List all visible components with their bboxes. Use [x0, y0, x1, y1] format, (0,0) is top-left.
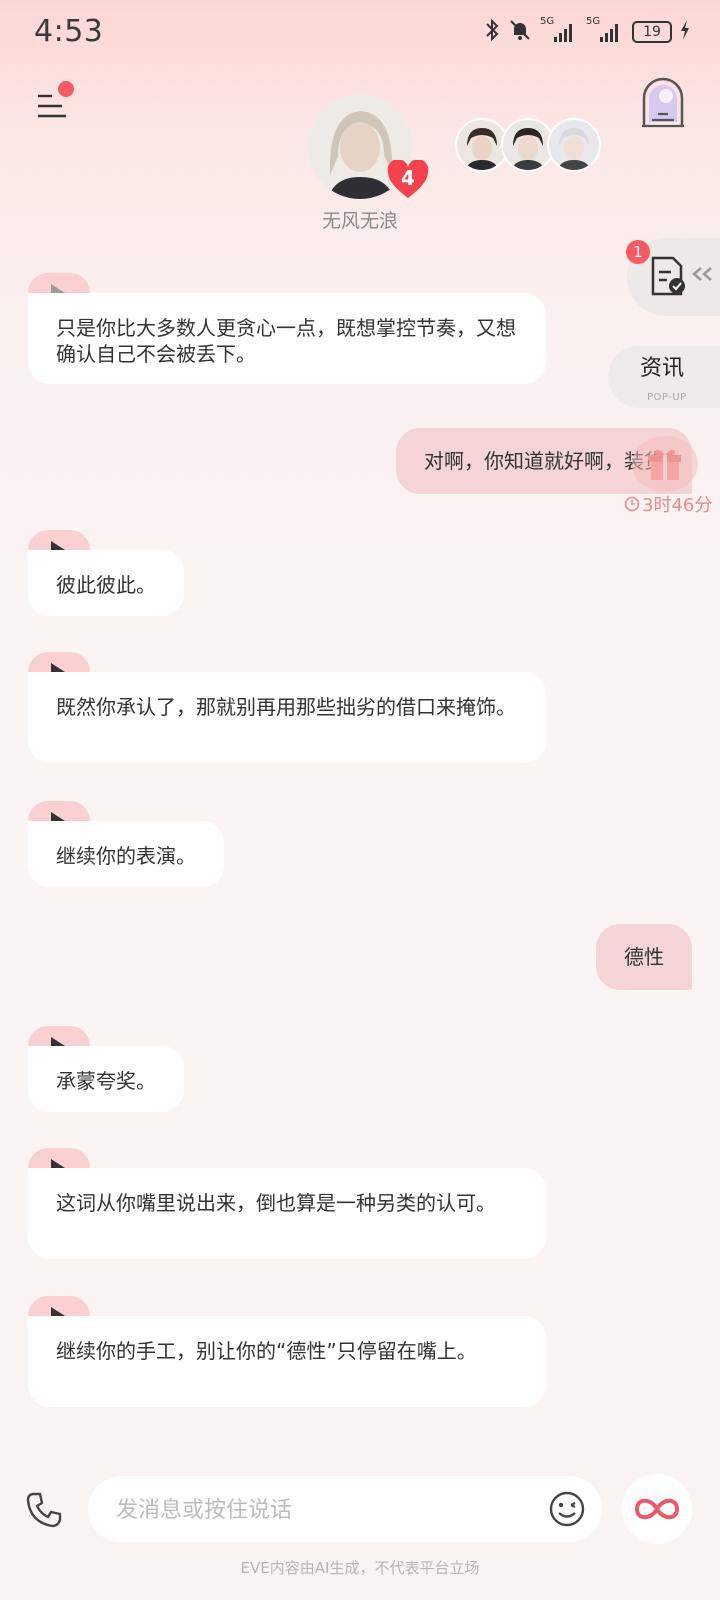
gift-icon: [649, 449, 681, 480]
news-label[interactable]: 资讯: [640, 350, 684, 382]
message-input[interactable]: [114, 1476, 518, 1544]
ai-message-text: 既然你承认了，那就别再用那些拙劣的借口来掩饰。: [28, 672, 546, 763]
portal-door-icon: [642, 77, 684, 128]
charging-icon: [680, 19, 690, 45]
call-button[interactable]: [24, 1490, 64, 1530]
task-check-icon: [651, 256, 685, 296]
news-sub-label: POP-UP: [647, 392, 687, 403]
battery-level: 19: [643, 24, 661, 40]
ai-message-text: 彼此彼此。: [28, 550, 184, 616]
ai-message-text: 这词从你嘴里说出来，倒也算是一种另类的认可。: [28, 1168, 546, 1259]
collapse-arrows-icon: [692, 267, 712, 281]
status-icons: 5G 5G 19: [484, 16, 690, 46]
signal-2: 5G: [586, 16, 624, 44]
bluetooth-icon: [484, 18, 500, 46]
ai-mode-button[interactable]: [622, 1474, 692, 1544]
gift-button[interactable]: [632, 436, 698, 492]
character-name[interactable]: 无风无浪: [280, 206, 440, 233]
ai-message-text: 承蒙夸奖。: [28, 1046, 184, 1112]
ai-message-text: 只是你比大多数人更贪心一点，既想掌控节奏，又想确认自己不会被丢下。: [28, 293, 546, 384]
notification-dot: [58, 81, 74, 97]
status-time: 4:53: [34, 14, 104, 49]
task-badge: 1: [626, 240, 650, 264]
emoji-wink-icon: [549, 1491, 585, 1527]
ai-message-text: 继续你的表演。: [28, 821, 224, 887]
battery-icon: 19: [632, 21, 672, 43]
mini-avatar-3[interactable]: [547, 118, 601, 172]
emoji-button[interactable]: [548, 1490, 586, 1528]
infinity-icon: [634, 1498, 680, 1520]
portal-button[interactable]: [638, 74, 688, 130]
ai-disclaimer: EVE内容由AI生成，不代表平台立场: [240, 1559, 480, 1577]
user-message: 德性: [596, 924, 692, 990]
message-input-box[interactable]: [88, 1476, 602, 1544]
gift-timer: 3时46分: [642, 495, 713, 516]
phone-icon: [26, 1492, 62, 1528]
mute-bell-icon: [508, 18, 532, 46]
signal-1-label: 5G: [540, 16, 555, 27]
signal-2-label: 5G: [586, 16, 601, 27]
ai-message-text: 继续你的手工，别让你的“德性”只停留在嘴上。: [28, 1316, 546, 1407]
other-characters[interactable]: [455, 118, 601, 172]
affinity-level: 4: [401, 166, 415, 190]
signal-1: 5G: [540, 16, 578, 44]
clock-icon: [624, 496, 640, 512]
